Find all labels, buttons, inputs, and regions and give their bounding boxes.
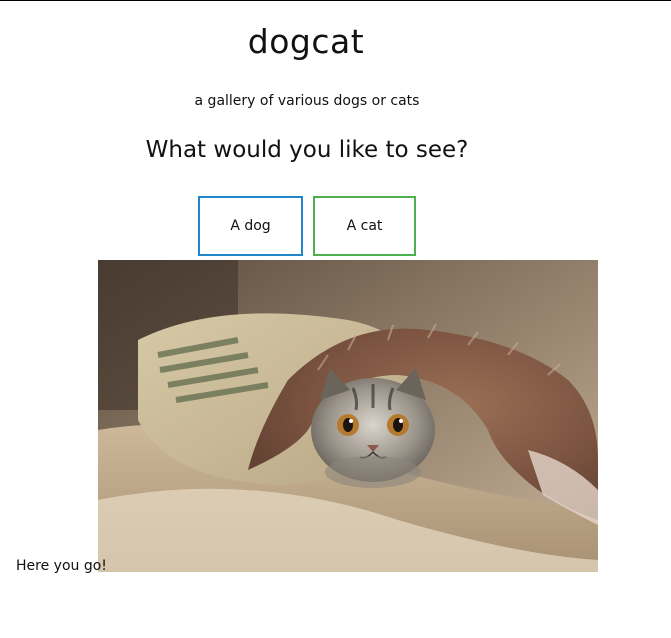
page: dogcat a gallery of various dogs or cats… (0, 0, 671, 638)
dog-button[interactable]: A dog (198, 196, 303, 256)
prompt-question: What would you like to see? (145, 137, 469, 163)
result-message: Here you go! (16, 558, 107, 574)
cat-button[interactable]: A cat (313, 196, 416, 256)
page-subtitle: a gallery of various dogs or cats (194, 93, 420, 109)
cat-image (98, 260, 598, 572)
page-title: dogcat (247, 22, 365, 61)
